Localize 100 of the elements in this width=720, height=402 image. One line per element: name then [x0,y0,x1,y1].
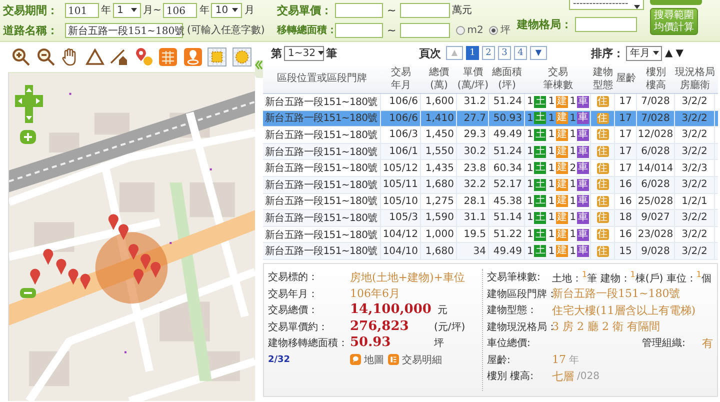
table-cell: 17 [615,160,637,176]
detail-label: 建物型態： [487,304,538,318]
sort-desc-button[interactable]: ▼ [676,48,684,58]
column-header: 總價 [429,66,449,78]
table-row[interactable]: 新台五路一段151~180號 105/11 1,680 32.2 52.17 1 土 1 建 1 車 住 16 6/028 3/2/2 [263,176,718,194]
unit-count: 1 [548,246,555,257]
table-row[interactable]: 新台五路一段151~180號 106/6 1,600 31.2 51.24 1 土 1 建 1 車 住 17 7/028 3/2/2 [263,94,718,111]
table-cell: 28.1 [457,194,489,210]
table-cell: 1/2/1 [675,194,715,210]
land-tag: 土 [534,112,546,124]
radio-button[interactable] [489,26,498,34]
start-year-field[interactable]: 101 [65,2,99,18]
map-pin-icon[interactable] [182,47,203,67]
price-max-field[interactable] [400,2,450,18]
collapse-tab[interactable] [255,60,263,78]
unit-count: 1 [548,229,555,240]
radio-button[interactable] [456,26,466,34]
square-select-icon[interactable] [207,47,228,67]
pan-control-icon[interactable] [15,85,43,123]
building-tag: 建 [556,96,568,108]
table-row[interactable]: 新台五路一段151~180號 106/3 1,450 29.3 49.49 1 土 1 建 1 車 住 17 12/028 3/2/2 [263,127,718,144]
unit-count: 1 [570,246,576,257]
price-min-field[interactable] [335,2,383,18]
table-cell: 3/2/2 [675,210,715,226]
building-tag: 建 [556,112,568,124]
table-cell: 106/6 [381,110,421,126]
table-cell: 49.49 [489,243,525,259]
table-cell: 104/12 [381,226,421,242]
parking-tag: 車 [577,128,590,141]
column-header: 樓別 [646,66,666,78]
table-cell: 3/2/2 [675,176,715,193]
type-tag: 住 [596,96,608,108]
column-header: 屋齡 [616,72,636,85]
table-cell: 50.93 [489,110,525,126]
end-year-field[interactable]: 106 [163,2,198,18]
table-cell: 1,680 [421,243,457,259]
land-tag: 土 [534,178,546,191]
type-tag: 住 [596,246,608,257]
unit-count: 1 [548,179,555,190]
table-row[interactable]: 新台五路一段151~180號 105/12 1,435 23.8 60.34 1 土 1 建 2 車 住 17 14/014 3/2/3 [263,160,718,177]
page-next-button[interactable]: ▼ [530,46,547,60]
table-cell: 51.24 [489,94,525,110]
column-header: (坪) [498,78,516,92]
zoom-out-button[interactable] [20,288,36,298]
unit-count: 1 [527,162,534,174]
table-cell: 1,275 [421,194,457,210]
building-type-select[interactable]: ----------------- [569,0,644,10]
detail-label: 建物現況格局： [487,320,552,334]
details-button[interactable]: 交易明細 [388,352,442,367]
circle-select-icon[interactable] [232,47,252,67]
table-row[interactable]: 新台五路一段151~180號 105/10 1,275 28.1 45.38 1 土 1 建 1 車 住 16 25/028 1/2/1 [263,194,718,210]
page-button[interactable]: 2 [482,46,495,60]
pin-icon[interactable] [134,47,154,67]
map-button[interactable]: 地圖 [350,352,384,367]
zoom-in-button[interactable] [20,130,36,144]
table-cell: 3/2/2 [675,226,715,242]
area-max-field[interactable] [400,22,450,38]
line-house-icon[interactable] [109,47,130,67]
table-cell: 3/2/3 [675,160,715,176]
table-row[interactable]: 新台五路一段151~180號 104/12 1,000 19.5 51.22 1 土 1 建 1 車 住 16 23/028 3/2/2 [263,226,718,244]
end-month-select[interactable]: 10 [211,2,242,18]
unit-label: 月~ [143,4,162,17]
detail-value: 276,823 [350,318,410,335]
land-tag: 土 [534,228,546,241]
parking-tag: 車 [577,212,590,224]
table-row[interactable]: 新台五路一段151~180號 106/6 1,410 27.7 50.93 1 土 1 建 1 車 住 17 7/028 3/2/2 [263,110,718,128]
table-cell: 106/3 [381,127,421,143]
table-row[interactable]: 新台五路一段151~180號 104/10 1,680 34 49.49 1 土 1 建 1 車 住 15 9/028 3/2/2 [263,243,718,260]
table-cell: 32.2 [457,176,489,193]
table-cell: 105/12 [381,160,421,176]
table-row[interactable]: 新台五路一段151~180號 106/1 1,550 30.2 51.24 1 土 1 建 1 車 住 17 6/028 3/2/2 [263,144,718,160]
page-button[interactable]: 1 [466,46,479,60]
zoom-in-icon[interactable] [11,47,31,67]
page-button[interactable]: 3 [498,46,511,60]
building-tag: 建 [556,212,568,224]
unit-count: 1 [570,129,576,140]
table-cell: 新台五路一段151~180號 [263,194,381,210]
range-select[interactable]: 1~32 [284,46,324,60]
type-tag: 住 [596,229,608,240]
sort-asc-button[interactable]: ▲ [665,48,673,58]
unit-count: 1 [527,146,534,158]
table-cell: 17 [615,127,637,143]
building-tag: 建 [556,128,568,141]
start-month-select[interactable]: 1 [113,2,141,18]
sort-select[interactable]: 年月 [626,46,662,60]
table-row[interactable]: 新台五路一段151~180號 105/3 1,590 31.1 51.14 1 土 1 建 1 車 住 18 9/027 3/2/2 [263,210,718,227]
triangle-icon[interactable] [84,47,105,67]
zoom-out-icon[interactable] [36,47,56,67]
page-button[interactable]: 4 [514,46,527,60]
parking-tag: 車 [577,112,590,124]
building-tag: 建 [556,245,568,258]
unit-label: 年 [569,354,579,367]
layout-field[interactable] [575,17,637,32]
grid-icon[interactable] [158,47,178,67]
area-min-field[interactable] [335,22,383,38]
building-tag: 建 [556,228,568,241]
table-cell: 7/028 [637,94,675,110]
table-cell: 12/028 [637,127,675,143]
table-cell: 27.7 [457,110,489,126]
unit-count: 1 [527,129,534,140]
